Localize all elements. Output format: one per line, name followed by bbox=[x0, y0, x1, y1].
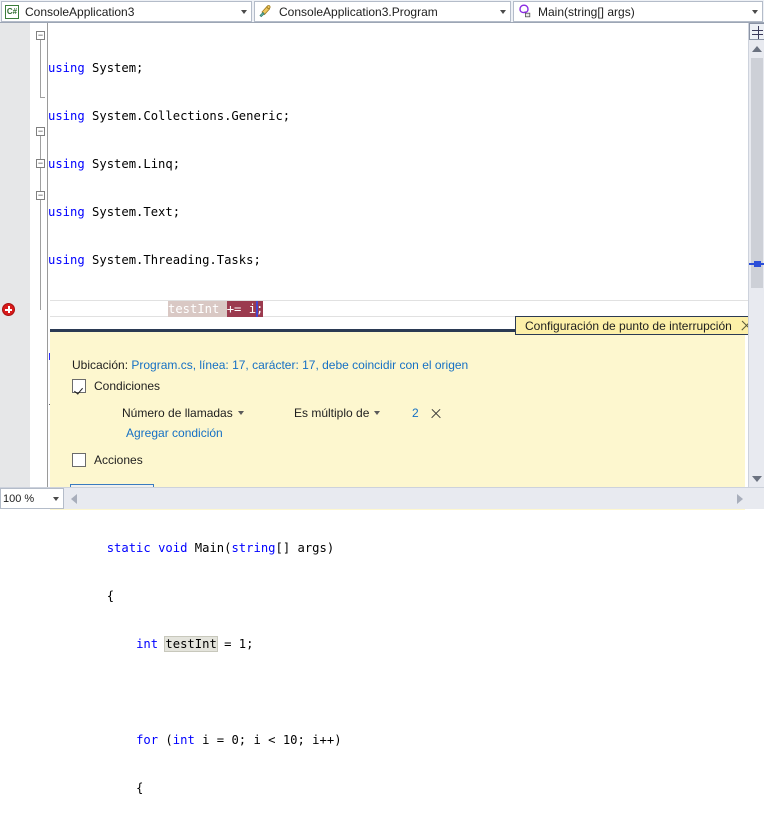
condition-operator-value: Es múltiplo de bbox=[294, 406, 370, 420]
fold-bracket-foot bbox=[40, 97, 45, 98]
breakpoint-settings-panel: Configuración de punto de interrupción U… bbox=[50, 316, 759, 510]
code-line: using System.Linq; bbox=[48, 157, 181, 171]
code-line: using System; bbox=[48, 61, 144, 75]
fold-toggle-namespace[interactable]: − bbox=[36, 127, 45, 136]
fold-toggle-class[interactable]: − bbox=[36, 159, 45, 168]
breakpoint-statement-part-a: testInt bbox=[168, 301, 227, 317]
chevron-down-icon[interactable] bbox=[369, 411, 385, 415]
caret-marker-box bbox=[754, 261, 761, 267]
chevron-down-icon[interactable] bbox=[748, 2, 762, 21]
chevron-down-icon[interactable] bbox=[496, 2, 510, 21]
class-icon bbox=[258, 3, 273, 21]
conditional-breakpoint-glyph[interactable] bbox=[2, 303, 15, 316]
split-view-icon-line bbox=[752, 34, 763, 35]
code-line: static void Main(string[] args) bbox=[106, 541, 335, 555]
condition-row: Número de llamadas Es múltiplo de 2 bbox=[122, 404, 443, 422]
code-line: for (int i = 0; i < 10; i++) bbox=[136, 733, 342, 747]
csharp-project-icon: C# bbox=[5, 4, 19, 19]
code-line: using System.Text; bbox=[48, 205, 181, 219]
scroll-down-icon[interactable] bbox=[749, 471, 764, 487]
breakpoint-statement[interactable]: testInt += i; bbox=[168, 301, 264, 317]
condition-value-input[interactable]: 2 bbox=[412, 406, 428, 420]
fold-toggle-usings[interactable]: − bbox=[36, 31, 45, 40]
chevron-down-icon[interactable] bbox=[233, 411, 249, 415]
type-dropdown-value: ConsoleApplication3.Program bbox=[279, 4, 438, 19]
code-line: int testInt = 1; bbox=[136, 636, 254, 652]
conditions-label: Condiciones bbox=[94, 379, 161, 393]
actions-label: Acciones bbox=[94, 453, 143, 467]
conditions-checkbox-row[interactable]: Condiciones bbox=[72, 379, 160, 393]
breakpoint-line-highlight[interactable] bbox=[50, 300, 750, 317]
vertical-scrollbar[interactable] bbox=[748, 23, 764, 487]
breakpoint-settings-title: Configuración de punto de interrupción bbox=[525, 318, 732, 333]
caret-position-marker bbox=[749, 261, 764, 267]
breakpoint-location: Ubicación: Program.cs, línea: 17, caráct… bbox=[72, 358, 468, 372]
code-line: { bbox=[48, 781, 144, 795]
code-line: using System.Collections.Generic; bbox=[48, 109, 291, 123]
vertical-scrollbar-thumb[interactable] bbox=[751, 58, 763, 288]
condition-kind-dropdown[interactable]: Número de llamadas bbox=[122, 404, 294, 422]
chevron-down-icon[interactable] bbox=[49, 489, 63, 508]
split-view-icon bbox=[757, 26, 759, 39]
scroll-up-icon[interactable] bbox=[749, 41, 764, 57]
editor-status-bar: 100 % bbox=[0, 487, 764, 509]
project-dropdown[interactable]: C# ConsoleApplication3 bbox=[1, 1, 252, 22]
code-editor[interactable]: − − − − using System; using System.Colle… bbox=[0, 23, 759, 795]
actions-checkbox[interactable] bbox=[72, 453, 86, 467]
breakpoint-margin[interactable] bbox=[0, 23, 30, 487]
fold-bracket bbox=[40, 40, 41, 98]
type-dropdown[interactable]: ConsoleApplication3.Program bbox=[254, 1, 511, 22]
project-dropdown-value: ConsoleApplication3 bbox=[25, 4, 135, 19]
breakpoint-location-link[interactable]: Program.cs, línea: 17, carácter: 17, deb… bbox=[131, 358, 468, 372]
text-caret bbox=[256, 301, 258, 317]
code-line: using System.Threading.Tasks; bbox=[48, 253, 261, 267]
navigation-bar: C# ConsoleApplication3 ConsoleApplicatio… bbox=[0, 0, 764, 23]
breakpoint-statement-part-b: += i; bbox=[226, 301, 264, 317]
remove-condition-icon[interactable] bbox=[430, 407, 443, 420]
condition-operator-dropdown[interactable]: Es múltiplo de bbox=[294, 404, 412, 422]
member-dropdown[interactable]: Main(string[] args) bbox=[513, 1, 763, 22]
code-line: { bbox=[48, 589, 115, 603]
add-condition-link[interactable]: Agregar condición bbox=[126, 426, 223, 440]
breakpoint-location-label: Ubicación: bbox=[72, 358, 132, 372]
fold-toggle-method[interactable]: − bbox=[36, 191, 45, 200]
scroll-left-icon[interactable] bbox=[66, 490, 82, 507]
condition-kind-value: Número de llamadas bbox=[122, 406, 233, 420]
chevron-down-icon[interactable] bbox=[237, 2, 251, 21]
breakpoint-settings-tab[interactable]: Configuración de punto de interrupción bbox=[515, 316, 759, 335]
split-view-button[interactable] bbox=[749, 23, 764, 40]
outlining-margin[interactable] bbox=[30, 23, 48, 487]
fold-bracket bbox=[40, 200, 41, 310]
actions-checkbox-row[interactable]: Acciones bbox=[72, 453, 143, 467]
split-view-icon-line bbox=[752, 30, 763, 31]
member-dropdown-value: Main(string[] args) bbox=[538, 4, 635, 19]
scroll-right-icon[interactable] bbox=[732, 490, 748, 507]
method-private-icon bbox=[517, 3, 532, 21]
conditions-checkbox[interactable] bbox=[72, 379, 86, 393]
zoom-level-dropdown[interactable]: 100 % bbox=[0, 488, 64, 509]
zoom-level-value: 100 % bbox=[3, 492, 35, 505]
horizontal-scrollbar[interactable] bbox=[66, 490, 764, 507]
